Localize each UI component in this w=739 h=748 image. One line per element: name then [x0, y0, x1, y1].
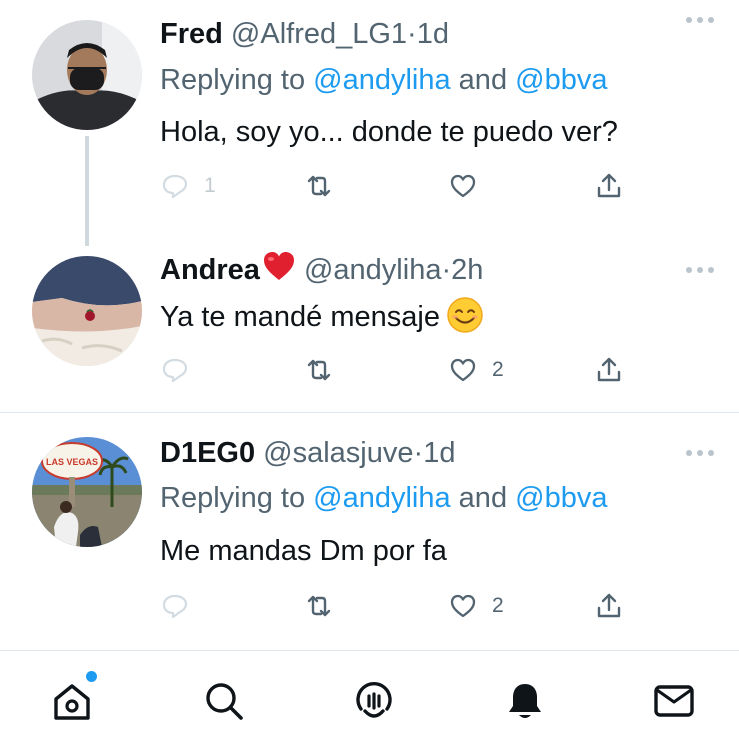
- avatar-sign-text: LAS VEGAS: [46, 457, 98, 467]
- separator-dot: ·: [441, 254, 452, 286]
- home-icon: [54, 684, 90, 720]
- tweet-text: Hola, soy yo... donde te puedo ver?: [160, 116, 618, 148]
- share-icon: [597, 593, 621, 618]
- tweet-text-row: Ya te mandé mensaje: [160, 296, 484, 336]
- reply-icon: [162, 594, 188, 619]
- avatar[interactable]: LAS VEGAS: [32, 437, 142, 547]
- replying-prefix: Replying to: [160, 482, 314, 514]
- avatar[interactable]: [32, 20, 142, 130]
- notifications-icon: [509, 684, 541, 718]
- avatar-image: [32, 20, 142, 130]
- retweet-icon: [307, 595, 331, 617]
- display-name[interactable]: Fred: [160, 18, 223, 50]
- like-count: 2: [492, 358, 504, 381]
- tweet-actions: 2: [160, 586, 640, 626]
- reply-icon: [162, 358, 188, 383]
- tweet-andrea[interactable]: Andrea @andyliha·2h Ya te mandé mensaje …: [0, 250, 739, 412]
- bottom-tab-bar: [0, 650, 739, 748]
- share-button[interactable]: [594, 350, 624, 390]
- separator-dot: ·: [413, 437, 424, 469]
- reply-button[interactable]: [160, 586, 204, 626]
- share-button[interactable]: [594, 586, 624, 626]
- heart-outline-icon: [450, 174, 476, 198]
- more-options-icon[interactable]: [685, 447, 715, 459]
- timestamp[interactable]: 1d: [423, 437, 455, 469]
- timestamp[interactable]: 1d: [417, 18, 449, 50]
- tab-home[interactable]: [50, 679, 94, 723]
- avatar-image: [32, 256, 142, 366]
- reply-count: 1: [204, 174, 216, 197]
- timestamp[interactable]: 2h: [451, 254, 483, 286]
- retweet-button[interactable]: [304, 350, 334, 390]
- display-name[interactable]: D1EG0: [160, 437, 255, 469]
- tab-notifications[interactable]: [503, 679, 547, 723]
- handle[interactable]: @salasjuve: [263, 437, 413, 469]
- red-heart-emoji-icon: [263, 252, 294, 280]
- avatar[interactable]: [32, 256, 142, 366]
- replying-prefix: Replying to: [160, 64, 314, 96]
- like-button[interactable]: [448, 166, 478, 206]
- more-options-icon[interactable]: [685, 264, 715, 276]
- thread-line: [85, 136, 89, 246]
- search-icon: [206, 683, 243, 720]
- retweet-button[interactable]: [304, 586, 334, 626]
- spaces-icon: [356, 681, 392, 718]
- heart-outline-icon: [450, 358, 476, 382]
- replying-conjunction: and: [450, 64, 516, 96]
- handle[interactable]: @andyliha: [304, 254, 441, 286]
- tab-spaces[interactable]: [352, 679, 396, 723]
- replying-conjunction: and: [450, 482, 516, 514]
- smiling-face-emoji-icon: [447, 297, 483, 333]
- tweet-text: Ya te mandé mensaje: [160, 301, 440, 333]
- tweet-fred[interactable]: Fred @Alfred_LG1·1d Replying to @andylih…: [0, 0, 739, 260]
- like-button[interactable]: 2: [448, 586, 504, 626]
- retweet-icon: [307, 175, 331, 197]
- retweet-button[interactable]: [304, 166, 334, 206]
- replying-to: Replying to @andyliha and @bbva: [160, 60, 607, 100]
- tab-search[interactable]: [202, 679, 246, 723]
- replying-to: Replying to @andyliha and @bbva: [160, 478, 607, 518]
- tab-messages[interactable]: [652, 679, 696, 723]
- tweet-header: Andrea @andyliha·2h: [160, 250, 483, 290]
- tweet-text: Me mandas Dm por fa: [160, 535, 447, 567]
- tweet-header: D1EG0 @salasjuve·1d: [160, 433, 455, 473]
- handle[interactable]: @Alfred_LG1: [231, 18, 407, 50]
- reply-button[interactable]: 1: [160, 166, 216, 206]
- messages-icon: [654, 685, 694, 717]
- separator-dot: ·: [407, 18, 417, 50]
- avatar-image: LAS VEGAS: [32, 437, 142, 547]
- like-count: 2: [492, 594, 504, 617]
- tweet-header: Fred @Alfred_LG1·1d: [160, 14, 449, 54]
- share-button[interactable]: [594, 166, 624, 206]
- home-notification-dot: [86, 671, 97, 682]
- tweet-actions: 1: [160, 166, 640, 206]
- retweet-icon: [307, 359, 331, 381]
- reply-icon: [162, 174, 188, 199]
- tweet-actions: 2: [160, 350, 640, 390]
- heart-outline-icon: [450, 594, 476, 618]
- reply-button[interactable]: [160, 350, 204, 390]
- tweet-diego[interactable]: LAS VEGAS D1EG0 @salasjuve·1d Replying t…: [0, 413, 739, 649]
- share-icon: [597, 173, 621, 198]
- more-options-icon[interactable]: [685, 14, 715, 26]
- display-name[interactable]: Andrea: [160, 254, 260, 286]
- mention-bbva[interactable]: @bbva: [515, 482, 607, 514]
- mention-andyliha[interactable]: @andyliha: [313, 64, 450, 96]
- mention-andyliha[interactable]: @andyliha: [313, 482, 450, 514]
- share-icon: [597, 357, 621, 382]
- like-button[interactable]: 2: [448, 350, 504, 390]
- mention-bbva[interactable]: @bbva: [515, 64, 607, 96]
